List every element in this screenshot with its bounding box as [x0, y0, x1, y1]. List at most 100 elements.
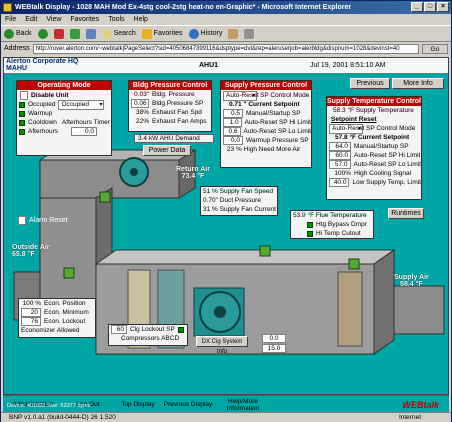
econ-minimum-input[interactable]: 20 [21, 308, 41, 317]
bypass-label: Htg Bypass Dmpr [316, 221, 367, 228]
occupied-label: Occupied [28, 101, 56, 108]
outside-air-label: Outside Air 65.8 °F [12, 244, 50, 258]
economizer-panel: 100 % Econ. Position 20 Econ. Minimum 76 Ec… [18, 298, 96, 338]
menu-favorites[interactable]: Favorites [70, 14, 99, 25]
duct-pressure: 0.70" Duct Pressure [203, 197, 261, 204]
cooldown-label: Cooldown [28, 119, 57, 126]
address-label: Address [4, 45, 30, 52]
sp-warmup-input[interactable]: 0.0 [223, 136, 243, 145]
menu-help[interactable]: Help [134, 14, 148, 25]
address-bar: Address http://rover.alerton.com/~webtal… [1, 42, 451, 55]
st-lo-label: Auto-Reset SP Lo Limit [353, 161, 421, 168]
browser-window: WEBtalk Display - 1028 MAH Mod Ex-4stg c… [0, 0, 452, 422]
sp-mode-select[interactable]: Auto-Reset [223, 90, 259, 101]
econ-lockout-input[interactable]: 76 [21, 317, 41, 326]
supply-pressure-panel: Supply Pressure Control Auto-ResetSP Con… [220, 80, 312, 168]
window-title: WEBtalk Display - 1028 MAH Mod Ex-4stg c… [15, 4, 352, 11]
supply-fan-current: 31 % Supply Fan Current [203, 206, 276, 213]
dx-info-button[interactable]: DX Cig System Info [196, 336, 248, 355]
favorites-star-icon [141, 28, 152, 39]
supply-temperature: 58.3 °F Supply Temperature [333, 107, 414, 114]
readout-a: 0.0 [262, 334, 286, 343]
clg-lockout-panel: 60 Clg Lockout SP Compressors ABCD [108, 324, 188, 346]
menu-edit[interactable]: Edit [25, 14, 37, 25]
close-button[interactable]: × [437, 2, 449, 12]
econ-position-label: Econ. Position [44, 300, 86, 307]
sp-current-setpoint: 0.71 " Current Setpoint [229, 101, 300, 108]
nav-help[interactable]: Help/More Information [213, 398, 273, 412]
bldg-pressure-panel: Bldg Pressure Control 0.03" Bldg. Pressur… [128, 80, 212, 132]
search-button[interactable]: Search [101, 28, 136, 39]
clg-lockout-led [177, 326, 184, 333]
st-current-setpoint: 57.8 °F Current Setpoint [335, 134, 410, 141]
mode-select[interactable]: Occupied [58, 99, 105, 110]
history-button[interactable]: History [188, 28, 222, 39]
low-supply-limit-label: Low Supply Temp. Limit [352, 179, 421, 186]
economizer-allowed: Economizer Allowed [21, 327, 80, 334]
menu-bar: File Edit View Favorites Tools Help [1, 14, 451, 25]
refresh-button[interactable] [69, 28, 80, 39]
print-icon [244, 28, 255, 39]
flue-temperature: 53.9 °F Flue Temperature [293, 212, 367, 219]
sp-manual-input[interactable]: 0.5 [223, 109, 243, 118]
supply-fan [193, 287, 245, 337]
forward-button[interactable] [37, 28, 48, 39]
sp-lo-input[interactable]: 0.6 [223, 127, 241, 136]
go-button[interactable]: Go [422, 43, 448, 54]
cutout-led [307, 230, 313, 237]
mail-button[interactable] [228, 28, 239, 39]
afterhours-led [19, 128, 25, 135]
bldg-pressure-sp-input[interactable]: 0.06 [131, 99, 149, 108]
supply-temp-title: Supply Temperature Control [327, 97, 421, 106]
sp-hi-label: Auto-Reset SP Hi Limit [244, 119, 311, 126]
nav-top-display[interactable]: Top Display [113, 401, 163, 408]
operating-mode-title: Operating Mode [17, 81, 111, 90]
sp-hi-input[interactable]: 1.0 [223, 118, 242, 127]
cutout-label: Hi Temp Cutout [316, 230, 361, 237]
st-mode-select[interactable]: Auto-Reset [329, 123, 365, 134]
bypass-led [307, 221, 313, 228]
back-arrow-icon [4, 28, 14, 39]
maximize-button[interactable]: □ [424, 2, 436, 12]
minimize-button[interactable]: _ [411, 2, 423, 12]
device-info: Device: 401028 Size: 62377 bytes [7, 403, 91, 409]
return-fan [119, 157, 149, 187]
favorites-button[interactable]: Favorites [141, 28, 183, 39]
home-icon [85, 28, 96, 39]
ie-icon [3, 3, 12, 12]
menu-view[interactable]: View [46, 14, 61, 25]
sp-mode-label: SP Control Mode [260, 92, 310, 99]
alarm-reset[interactable]: Alarm Reset [18, 216, 68, 225]
stop-icon [53, 28, 64, 39]
st-manual-input[interactable]: 64.0 [329, 142, 351, 151]
afterhours-timer-value[interactable]: 0.0 [71, 127, 97, 136]
home-button[interactable] [85, 28, 96, 39]
readout-b: 15.0 [262, 344, 286, 353]
address-input[interactable]: http://rover.alerton.com/~webtalk|PageSe… [32, 43, 419, 54]
alarm-reset-checkbox[interactable] [18, 216, 26, 225]
econ-lockout-label: Econ. Lockout [44, 318, 86, 325]
menu-file[interactable]: File [5, 14, 16, 25]
afterhours-timer-label: Afterhours Timer [61, 119, 110, 126]
st-hi-input[interactable]: 60.0 [329, 151, 351, 160]
menu-tools[interactable]: Tools [108, 14, 124, 25]
bldg-pressure-label: Bldg. Pressure [152, 91, 195, 98]
runtimes-button[interactable]: Runtimes [388, 208, 424, 219]
sp-lo-label: Auto-Reset SP Lo Limit [243, 128, 311, 135]
power-data-button[interactable]: Power Data [143, 145, 191, 156]
back-button[interactable]: Back [4, 28, 32, 39]
st-mode-label: SP Control Mode [366, 125, 416, 132]
high-cooling-label: High Cooling Signal [354, 170, 412, 177]
nav-previous-display[interactable]: Previous Display [163, 401, 213, 408]
print-button[interactable] [244, 28, 255, 39]
webtalk-page: Alerton Corporate HQ MAHU AHU1 Jul 19, 2… [3, 57, 449, 395]
mail-icon [228, 28, 239, 39]
supply-fan-speed: 51 % Supply Fan Speed [203, 188, 274, 195]
clg-lockout-input[interactable]: 60 [111, 325, 127, 334]
stop-button[interactable] [53, 28, 64, 39]
operating-mode-panel: Operating Mode Disable Unit Occupied Occu… [16, 80, 112, 156]
low-supply-limit-input[interactable]: 40.0 [329, 178, 350, 187]
disable-unit-checkbox[interactable] [20, 91, 28, 100]
st-lo-input[interactable]: 57.0 [329, 160, 351, 169]
afterhours-label: Afterhours [28, 128, 58, 135]
